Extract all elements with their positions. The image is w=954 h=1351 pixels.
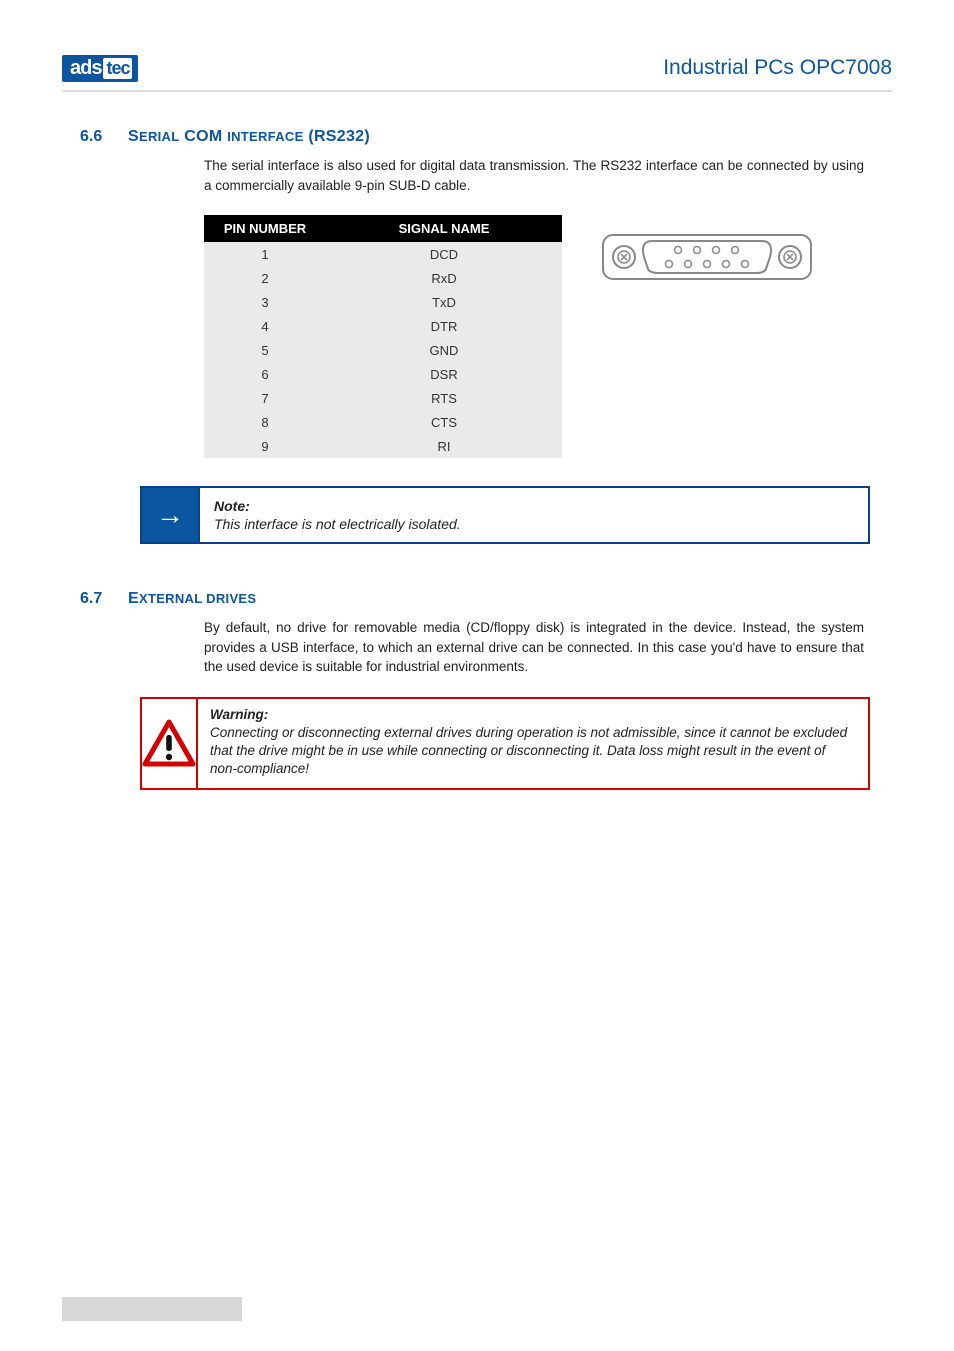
logo-ads: ads (70, 57, 101, 80)
table-row: 5GND (204, 338, 562, 362)
table-row: 2RxD (204, 266, 562, 290)
table-row: 4DTR (204, 314, 562, 338)
warning-body: Connecting or disconnecting external dri… (210, 725, 847, 776)
page-header: adstec Industrial PCs OPC7008 (62, 54, 892, 82)
serial-intro: The serial interface is also used for di… (204, 156, 864, 195)
note-title: Note: (214, 498, 461, 514)
table-row: 1DCD (204, 242, 562, 266)
footer-bar (62, 1297, 242, 1321)
warning-icon (142, 699, 198, 789)
note-block: → Note: This interface is not electrical… (140, 486, 870, 544)
pin-header-signal: SIGNAL NAME (326, 215, 562, 242)
header-divider (62, 90, 892, 92)
pin-header-number: PIN NUMBER (204, 215, 326, 242)
table-row: 9RI (204, 434, 562, 458)
arrow-icon: → (142, 488, 200, 542)
section-number: 6.7 (80, 590, 128, 608)
table-row: 3TxD (204, 290, 562, 314)
section-heading-serial: 6.6 SERIAL COM INTERFACE (RS232) (80, 128, 874, 146)
logo-tec: tec (103, 58, 132, 79)
note-body: This interface is not electrically isola… (214, 516, 461, 532)
external-intro: By default, no drive for removable media… (204, 618, 864, 677)
table-row: 8CTS (204, 410, 562, 434)
warning-title: Warning: (210, 707, 856, 722)
section-number: 6.6 (80, 128, 128, 146)
section-title-external: EXTERNAL DRIVES (128, 590, 256, 608)
warning-block: Warning: Connecting or disconnecting ext… (140, 697, 870, 791)
section-title-serial: SERIAL COM INTERFACE (RS232) (128, 128, 370, 146)
section-heading-external: 6.7 EXTERNAL DRIVES (80, 590, 874, 608)
table-row: 6DSR (204, 362, 562, 386)
db9-connector-icon (602, 233, 812, 286)
pin-table: PIN NUMBER SIGNAL NAME 1DCD 2RxD 3TxD 4D… (204, 215, 562, 458)
header-title: Industrial PCs OPC7008 (663, 56, 892, 80)
logo: adstec (62, 54, 138, 82)
logo-badge: adstec (62, 55, 138, 82)
table-row: 7RTS (204, 386, 562, 410)
